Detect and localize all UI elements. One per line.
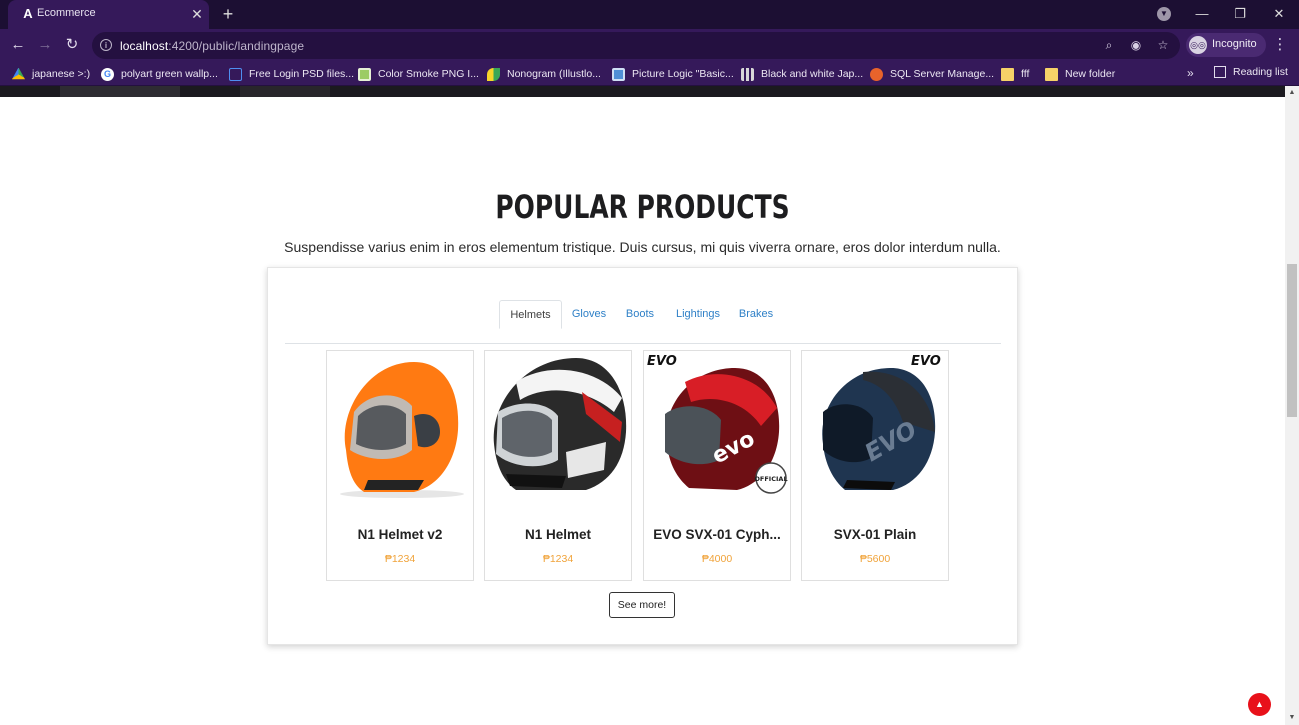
incognito-badge[interactable]: ◎◎ Incognito bbox=[1186, 33, 1266, 57]
product-card[interactable]: N1 Helmet v2 ₱1234 bbox=[326, 350, 474, 581]
scrollbar-thumb[interactable] bbox=[1287, 264, 1297, 417]
product-price: ₱4000 bbox=[701, 553, 733, 565]
forward-icon[interactable]: → bbox=[35, 35, 55, 55]
scroll-up-arrow-icon[interactable]: ▲ bbox=[1285, 88, 1299, 98]
url-text: localhost:4200/public/landingpage bbox=[120, 39, 305, 53]
eye-off-icon[interactable]: ◉ bbox=[1128, 37, 1144, 53]
tab-lightings[interactable]: Lightings bbox=[674, 300, 722, 344]
zoom-search-icon[interactable]: ⌕ bbox=[1101, 37, 1117, 53]
restore-icon[interactable]: ❐ bbox=[1230, 5, 1250, 23]
popular-products-panel: Helmets Gloves Boots Lightings Brakes N1… bbox=[267, 267, 1018, 645]
drive-icon bbox=[12, 67, 25, 80]
minimize-icon[interactable]: — bbox=[1192, 5, 1212, 23]
folder-icon bbox=[1001, 67, 1014, 81]
bookmark-item[interactable]: Free Login PSD files... bbox=[229, 66, 354, 82]
bookmark-item[interactable]: Nonogram (Illustlo... bbox=[487, 66, 601, 82]
bookmark-item[interactable]: SQL Server Manage... bbox=[870, 66, 994, 82]
db-icon bbox=[870, 67, 883, 81]
square-outline-icon bbox=[229, 67, 242, 81]
evo-brand-mark: EVO bbox=[911, 354, 941, 369]
browser-tab[interactable]: A Ecommerce ✕ bbox=[8, 0, 209, 29]
product-name[interactable]: SVX-01 Plain bbox=[802, 527, 948, 542]
section-title: POPULAR PRODUCTS bbox=[495, 188, 790, 226]
product-image[interactable]: EVO evo OFFICIAL bbox=[645, 352, 789, 502]
bookmark-item[interactable]: New folder bbox=[1045, 66, 1115, 82]
reading-list-button[interactable]: Reading list bbox=[1214, 66, 1288, 78]
google-icon: G bbox=[101, 67, 114, 81]
bookmark-item[interactable]: G polyart green wallp... bbox=[101, 66, 218, 82]
bookmark-star-icon[interactable]: ☆ bbox=[1155, 37, 1171, 53]
leaf-icon bbox=[487, 67, 500, 81]
picture-icon bbox=[612, 67, 625, 81]
building-icon bbox=[741, 67, 754, 81]
reload-icon[interactable]: ↻ bbox=[62, 35, 82, 55]
incognito-label: Incognito bbox=[1212, 38, 1257, 50]
image-icon bbox=[358, 67, 371, 81]
product-image[interactable] bbox=[328, 352, 472, 502]
product-price: ₱5600 bbox=[859, 553, 891, 565]
product-price: ₱1234 bbox=[542, 553, 574, 565]
product-card[interactable]: EVO evo OFFICIAL EVO SVX-01 Cyph... ₱400… bbox=[643, 350, 791, 581]
page-scrollbar[interactable]: ▲ ▼ bbox=[1285, 86, 1299, 725]
product-card[interactable]: EVO EVO SVX-01 Plain ₱5600 bbox=[801, 350, 949, 581]
new-tab-icon[interactable]: + bbox=[219, 5, 237, 23]
tab-helmets[interactable]: Helmets bbox=[499, 300, 562, 329]
bookmark-item[interactable]: fff bbox=[1001, 66, 1029, 82]
evo-brand-mark: EVO bbox=[647, 354, 677, 369]
hero-banner-edge bbox=[0, 86, 1285, 97]
browser-toolbar: ← → ↻ i localhost:4200/public/landingpag… bbox=[0, 29, 1299, 61]
angular-favicon-icon: A bbox=[23, 6, 33, 21]
bookmark-item[interactable]: Picture Logic "Basic... bbox=[612, 66, 734, 82]
back-icon[interactable]: ← bbox=[8, 35, 28, 55]
scroll-to-top-icon[interactable]: ▲ bbox=[1248, 693, 1271, 716]
incognito-icon: ◎◎ bbox=[1189, 36, 1207, 54]
tab-search-icon[interactable]: ▼ bbox=[1157, 7, 1171, 21]
address-bar[interactable]: i localhost:4200/public/landingpage ⌕ ◉ … bbox=[92, 32, 1180, 59]
bookmarks-overflow-icon[interactable]: » bbox=[1187, 66, 1194, 80]
product-name[interactable]: EVO SVX-01 Cyph... bbox=[644, 527, 790, 542]
section-subtitle: Suspendisse varius enim in eros elementu… bbox=[284, 239, 1001, 255]
site-info-icon[interactable]: i bbox=[100, 39, 112, 51]
tab-title: Ecommerce bbox=[37, 7, 96, 19]
product-image[interactable]: EVO EVO bbox=[803, 352, 947, 502]
bookmark-item[interactable]: Color Smoke PNG I... bbox=[358, 66, 479, 82]
browser-menu-icon[interactable]: ⋮ bbox=[1272, 35, 1288, 55]
product-price: ₱1234 bbox=[384, 553, 416, 565]
tab-gloves[interactable]: Gloves bbox=[568, 300, 610, 344]
see-more-button[interactable]: See more! bbox=[609, 592, 675, 618]
tab-boots[interactable]: Boots bbox=[622, 300, 658, 344]
close-tab-icon[interactable]: ✕ bbox=[189, 6, 205, 22]
reading-list-icon bbox=[1214, 66, 1226, 78]
bookmark-item[interactable]: Black and white Jap... bbox=[741, 66, 863, 82]
category-tabs: Helmets Gloves Boots Lightings Brakes bbox=[285, 300, 1001, 344]
product-name[interactable]: N1 Helmet bbox=[485, 527, 631, 542]
bookmark-item[interactable]: japanese >:) bbox=[12, 66, 90, 82]
product-card[interactable]: N1 Helmet ₱1234 bbox=[484, 350, 632, 581]
browser-tabstrip: A Ecommerce ✕ + ▼ — ❐ ✕ bbox=[0, 0, 1299, 29]
scroll-down-arrow-icon[interactable]: ▼ bbox=[1285, 713, 1299, 723]
folder-icon bbox=[1045, 67, 1058, 81]
window-close-icon[interactable]: ✕ bbox=[1269, 5, 1289, 23]
bookmarks-bar: japanese >:) G polyart green wallp... Fr… bbox=[0, 61, 1299, 86]
official-stamp: OFFICIAL bbox=[754, 475, 787, 483]
product-image[interactable] bbox=[486, 352, 630, 502]
tab-brakes[interactable]: Brakes bbox=[737, 300, 775, 344]
product-name[interactable]: N1 Helmet v2 bbox=[327, 527, 473, 542]
